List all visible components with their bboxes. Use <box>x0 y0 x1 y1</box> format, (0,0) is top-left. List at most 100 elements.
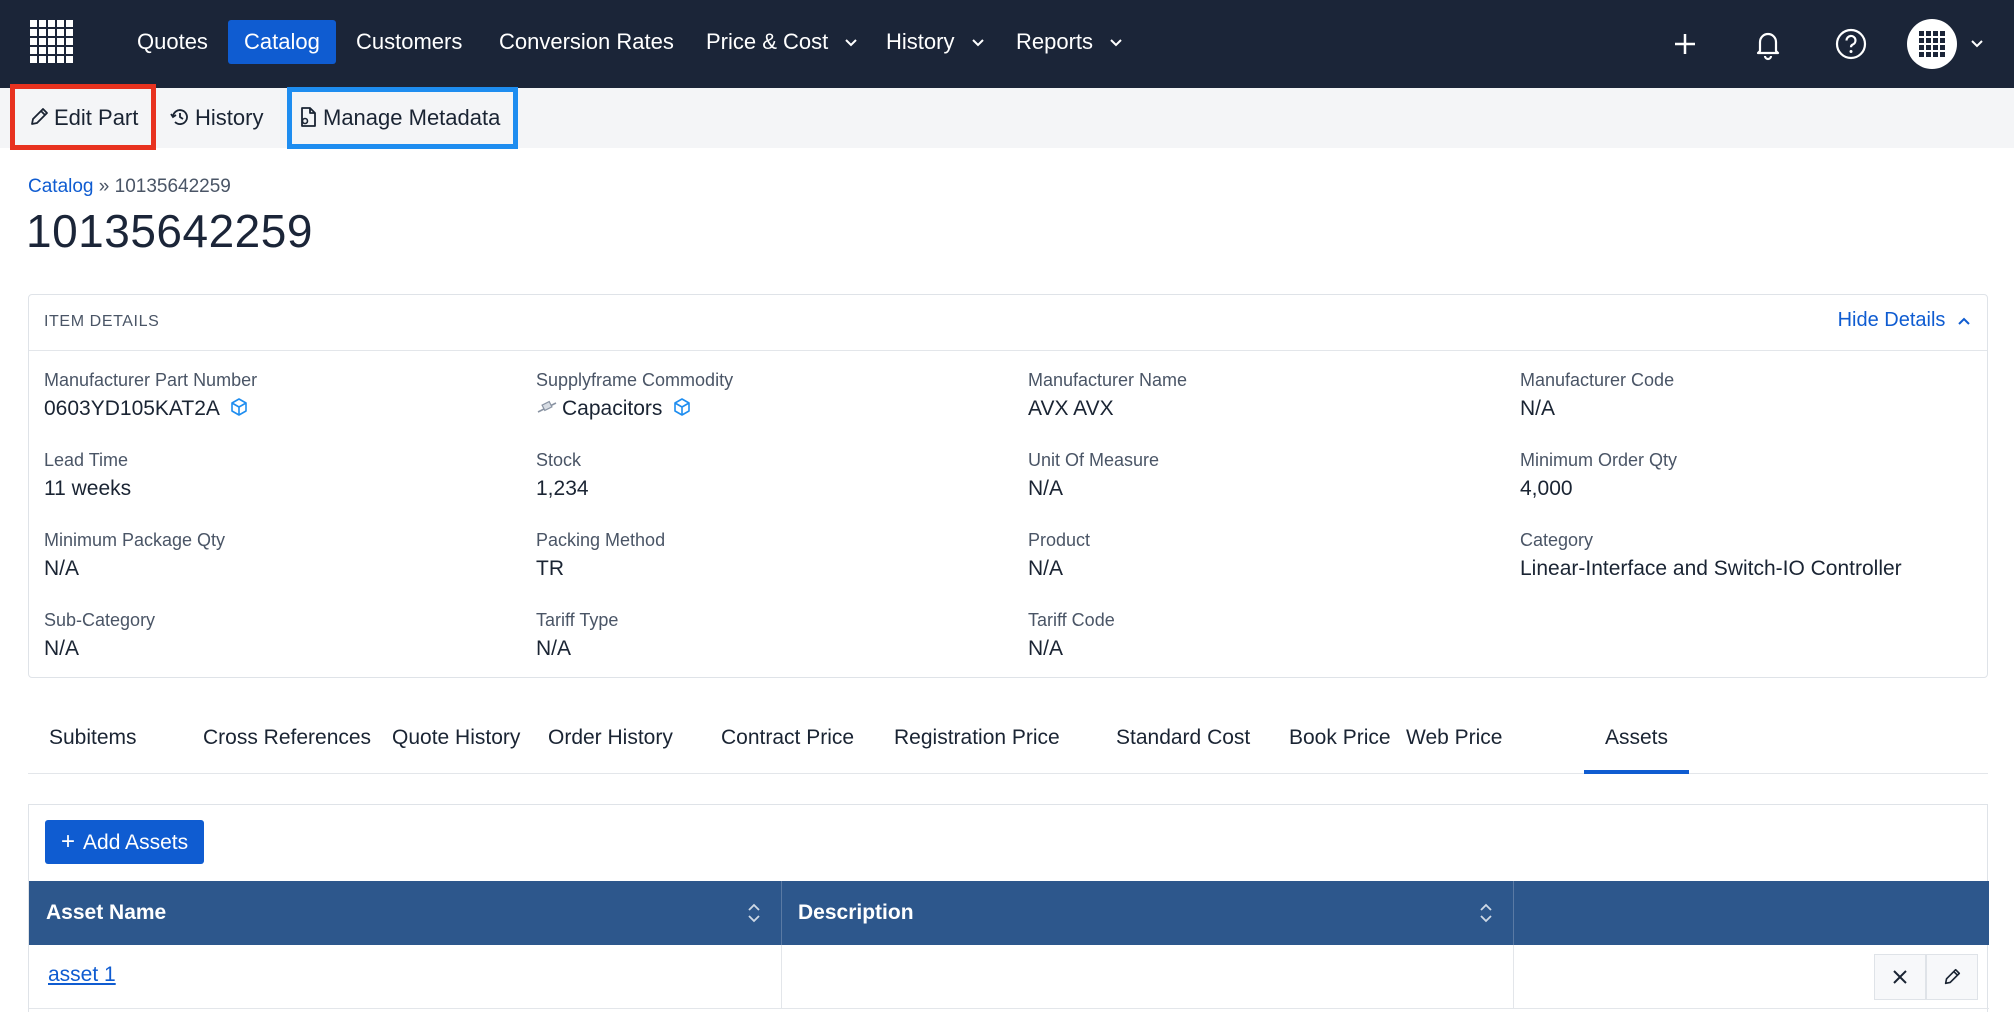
field-label: Tariff Type <box>536 610 619 630</box>
field-packing-method: Packing Method TR <box>536 529 1016 583</box>
user-menu[interactable] <box>1906 18 1986 70</box>
chevron-down-icon <box>971 39 984 47</box>
sort-icon[interactable] <box>747 902 761 924</box>
nav-reports-label: Reports <box>1016 29 1094 54</box>
nav-reports[interactable]: Reports <box>1000 20 1139 64</box>
tab-quote-history[interactable]: Quote History <box>371 712 541 774</box>
field-label: Product <box>1028 530 1091 550</box>
field-manufacturer-part-number: Manufacturer Part Number 0603YD105KAT2A <box>44 369 524 423</box>
field-label: Manufacturer Name <box>1028 370 1188 390</box>
field-value: 0603YD105KAT2A <box>44 395 524 423</box>
field-manufacturer-code: Manufacturer Code N/A <box>1520 369 2000 423</box>
nav-customers[interactable]: Customers <box>340 20 478 64</box>
delete-asset-button[interactable] <box>1874 954 1926 1000</box>
field-label: Manufacturer Code <box>1520 370 1675 390</box>
close-icon <box>1893 970 1907 984</box>
tab-subitems[interactable]: Subitems <box>28 712 158 774</box>
tab-registration-price[interactable]: Registration Price <box>873 712 1081 774</box>
field-product: Product N/A <box>1028 529 1508 583</box>
history-button[interactable]: History <box>169 88 263 148</box>
hide-details-label: Hide Details <box>1837 309 1946 331</box>
history-label: History <box>195 105 264 130</box>
breadcrumb-current: 10135642259 <box>114 176 231 197</box>
field-value: 4,000 <box>1520 477 1573 500</box>
field-category: Category Linear-Interface and Switch-IO … <box>1520 529 2000 583</box>
breadcrumb-separator: » <box>98 176 110 197</box>
chevron-down-icon <box>1971 40 1983 48</box>
nav-price-cost[interactable]: Price & Cost <box>690 20 874 64</box>
top-navigation-bar: Quotes Catalog Customers Conversion Rate… <box>0 0 2014 88</box>
nav-history[interactable]: History <box>870 20 1001 64</box>
field-label: Category <box>1520 530 1594 550</box>
field-label: Stock <box>536 450 582 470</box>
field-value: Capacitors <box>536 395 1016 423</box>
cube-icon[interactable] <box>672 397 692 417</box>
edit-part-highlight <box>10 84 156 150</box>
field-label: Unit Of Measure <box>1028 450 1160 470</box>
avatar <box>1907 19 1957 69</box>
field-value: 1,234 <box>536 477 589 500</box>
column-header-asset-name[interactable]: Asset Name <box>29 881 781 945</box>
field-label: Lead Time <box>44 450 129 470</box>
field-tariff-type: Tariff Type N/A <box>536 609 1016 663</box>
tab-contract-price[interactable]: Contract Price <box>700 712 875 774</box>
add-assets-label: Add Assets <box>83 831 189 854</box>
field-label: Supplyframe Commodity <box>536 370 734 390</box>
field-manufacturer-name: Manufacturer Name AVX AVX <box>1028 369 1508 423</box>
field-unit-of-measure: Unit Of Measure N/A <box>1028 449 1508 503</box>
tab-cross-references[interactable]: Cross References <box>182 712 392 774</box>
breadcrumb-catalog-link[interactable]: Catalog <box>28 176 94 197</box>
field-value: N/A <box>536 637 572 660</box>
assets-panel: + Add Assets Asset Name Description asset… <box>28 804 1989 1012</box>
column-header-description[interactable]: Description <box>781 881 1513 945</box>
field-value: Linear-Interface and Switch-IO Controlle… <box>1520 557 1902 580</box>
assets-table-header: Asset Name Description <box>29 881 1989 945</box>
plus-icon[interactable] <box>1665 24 1705 64</box>
nav-customers-label: Customers <box>356 29 463 54</box>
field-label: Packing Method <box>536 530 666 550</box>
page-title: 10135642259 <box>26 205 313 257</box>
tab-order-history[interactable]: Order History <box>527 712 694 774</box>
field-value: N/A <box>1028 637 1064 660</box>
bell-icon[interactable] <box>1748 24 1788 64</box>
add-assets-button[interactable]: + Add Assets <box>45 820 205 864</box>
manage-metadata-highlight <box>287 87 518 149</box>
field-value: AVX AVX <box>1028 397 1114 420</box>
nav-catalog-label: Catalog <box>244 29 320 54</box>
manufacturer-part-number-value: 0603YD105KAT2A <box>44 397 219 420</box>
field-value: N/A <box>1520 397 1556 420</box>
nav-quotes[interactable]: Quotes <box>121 20 224 64</box>
field-sub-category: Sub-Category N/A <box>44 609 524 663</box>
hide-details-toggle[interactable]: Hide Details <box>1838 309 1971 332</box>
tab-assets[interactable]: Assets <box>1584 712 1690 774</box>
field-lead-time: Lead Time 11 weeks <box>44 449 524 503</box>
sort-icon[interactable] <box>1479 902 1493 924</box>
field-value: N/A <box>1028 557 1064 580</box>
asset-name-link[interactable]: asset 1 <box>48 963 116 987</box>
nav-quotes-label: Quotes <box>137 29 208 54</box>
field-label: Minimum Order Qty <box>1520 450 1678 470</box>
field-stock: Stock 1,234 <box>536 449 1016 503</box>
edit-asset-button[interactable] <box>1926 954 1978 1000</box>
history-icon <box>170 109 188 126</box>
column-divider <box>1513 881 1514 945</box>
tab-standard-cost[interactable]: Standard Cost <box>1095 712 1271 774</box>
field-minimum-order-qty: Minimum Order Qty 4,000 <box>1520 449 2000 503</box>
nav-catalog[interactable]: Catalog <box>228 20 336 64</box>
column-header-label: Asset Name <box>46 901 167 924</box>
pencil-icon <box>1944 968 1961 985</box>
app-logo-icon[interactable] <box>28 18 76 66</box>
field-value: N/A <box>1028 477 1064 500</box>
field-value: TR <box>536 557 564 580</box>
help-icon[interactable] <box>1831 24 1871 64</box>
field-label: Minimum Package Qty <box>44 530 226 550</box>
column-divider <box>781 945 782 1009</box>
cube-icon[interactable] <box>229 397 249 417</box>
tab-web-price[interactable]: Web Price <box>1385 712 1523 774</box>
field-value: N/A <box>44 557 80 580</box>
field-value: N/A <box>44 637 80 660</box>
nav-history-label: History <box>886 29 955 54</box>
detail-tabs: Subitems Cross References Quote History … <box>28 712 1988 774</box>
nav-conversion-rates[interactable]: Conversion Rates <box>483 20 690 64</box>
item-details-title: ITEM DETAILS <box>44 313 160 330</box>
